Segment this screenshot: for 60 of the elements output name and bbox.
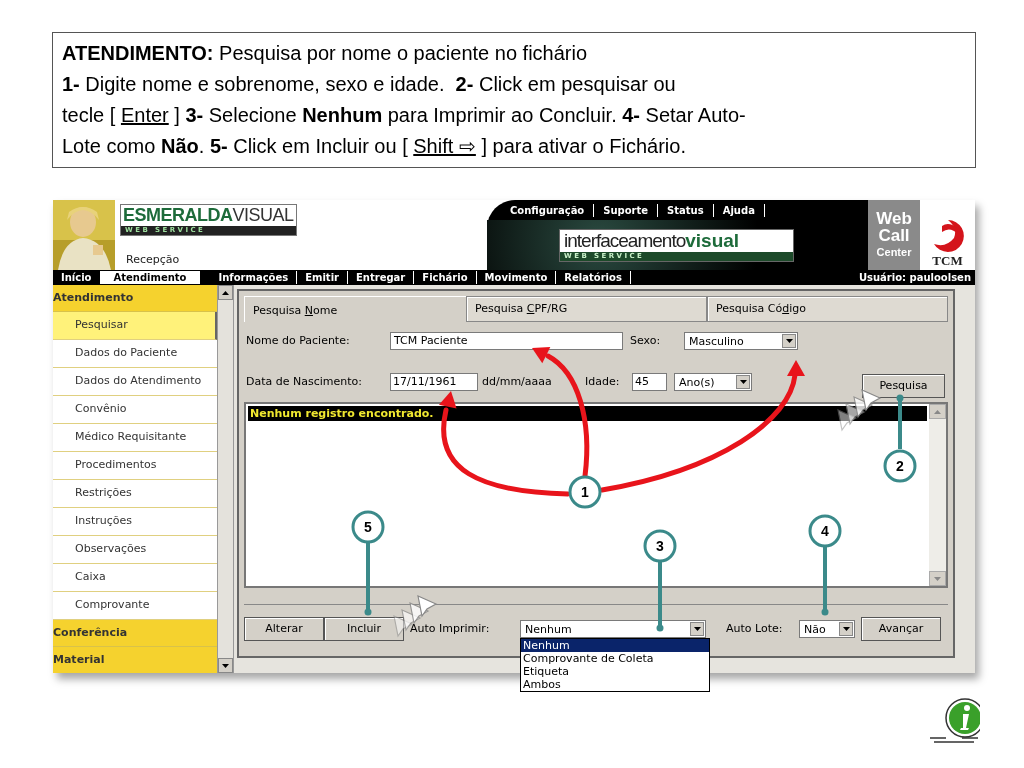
menu-tab[interactable]: Emitir <box>297 271 348 284</box>
field-label: Idade: <box>585 373 621 390</box>
name-field[interactable]: TCM Paciente <box>390 332 623 350</box>
sidebar-group[interactable]: Atendimento <box>53 285 218 312</box>
sidebar-item[interactable]: Pesquisar <box>53 312 218 340</box>
results-message: Nenhum registro encontrado. <box>248 406 927 421</box>
top-link[interactable]: Configuração <box>501 203 595 217</box>
info-icon <box>928 696 980 746</box>
next-button[interactable]: Avançar <box>861 617 941 641</box>
sex-select[interactable]: Masculino <box>684 332 798 350</box>
step-callout: 1 <box>568 475 602 509</box>
menu-tab[interactable]: Fichário <box>414 271 477 284</box>
dropdown-icon <box>736 375 750 389</box>
dropdown-icon <box>839 622 853 636</box>
search-tab[interactable]: Pesquisa CPF/RG <box>466 296 707 322</box>
auto-batch-select[interactable]: Não <box>799 620 855 638</box>
field-label: Data de Nascimento: <box>245 373 363 390</box>
scrollbar[interactable] <box>217 285 234 673</box>
menu-tab[interactable]: Entregar <box>348 271 415 284</box>
step-callout: 4 <box>808 514 842 616</box>
call-center-logo: Web Call Center <box>868 200 920 270</box>
instructions-text: ATENDIMENTO: Pesquisa por nome o paciente no fichário 1- Digite nome e sobrenome, sexo e idade. 2- Click em pesquisar ou tecle [ Enter ] 3- Selecione Nenhum para Imprimir ao Concluir. 4- Setar Auto- Lote como Não. 5- Click em Incluir ou [ Shift ⇨ ] para ativar o Fichário. <box>52 32 976 168</box>
menu-tab[interactable]: Relatórios <box>556 271 631 284</box>
sidebar-group[interactable]: Material <box>53 647 218 673</box>
dropdown-option[interactable]: Nenhum <box>521 639 709 652</box>
module-title: Recepção <box>126 251 181 268</box>
step-callout: 3 <box>643 529 677 632</box>
scroll-up-icon[interactable] <box>218 285 233 300</box>
dropdown-option[interactable]: Ambos <box>521 678 709 691</box>
field-label: Auto Imprimir: <box>410 620 491 637</box>
top-link[interactable]: Status <box>658 203 714 217</box>
birth-date-field[interactable]: 17/11/1961 <box>390 373 478 391</box>
tcm-logo-text: TCM <box>932 254 963 268</box>
dropdown-icon <box>690 622 704 636</box>
dropdown-option[interactable]: Comprovante de Coleta <box>521 652 709 665</box>
auto-print-select[interactable]: Nenhum <box>520 620 706 638</box>
menu-tab[interactable]: Movimento <box>476 271 557 284</box>
date-format-hint: dd/mm/aaaa <box>482 373 553 390</box>
field-label: Sexo: <box>630 332 662 349</box>
step-callout: 2 <box>883 394 917 483</box>
age-unit-select[interactable]: Ano(s) <box>674 373 752 391</box>
top-link[interactable]: Suporte <box>594 203 659 217</box>
dropdown-option[interactable]: Etiqueta <box>521 665 709 678</box>
search-tab[interactable]: Pesquisa Nome <box>244 296 466 322</box>
action-button[interactable]: Incluir <box>324 617 404 641</box>
search-button[interactable]: Pesquisa <box>862 374 945 398</box>
sidebar-group[interactable]: Conferência <box>53 620 218 647</box>
user-label: Usuário: pauloolsen <box>858 271 972 285</box>
dropdown-icon <box>782 334 796 348</box>
action-button[interactable]: Alterar <box>244 617 324 641</box>
top-link[interactable]: Ajuda <box>713 203 765 217</box>
field-label: Auto Lote: <box>726 620 784 637</box>
scroll-down-icon[interactable] <box>218 658 233 673</box>
menu-tab[interactable]: Atendimento <box>99 271 201 284</box>
step-callout: 5 <box>351 510 385 616</box>
age-field[interactable]: 45 <box>632 373 667 391</box>
menu-tab[interactable]: Informações <box>210 271 298 284</box>
menu-tab[interactable]: Início <box>53 271 100 284</box>
field-label: Nome do Paciente: <box>245 332 351 349</box>
search-tab[interactable]: Pesquisa Código <box>707 296 948 322</box>
